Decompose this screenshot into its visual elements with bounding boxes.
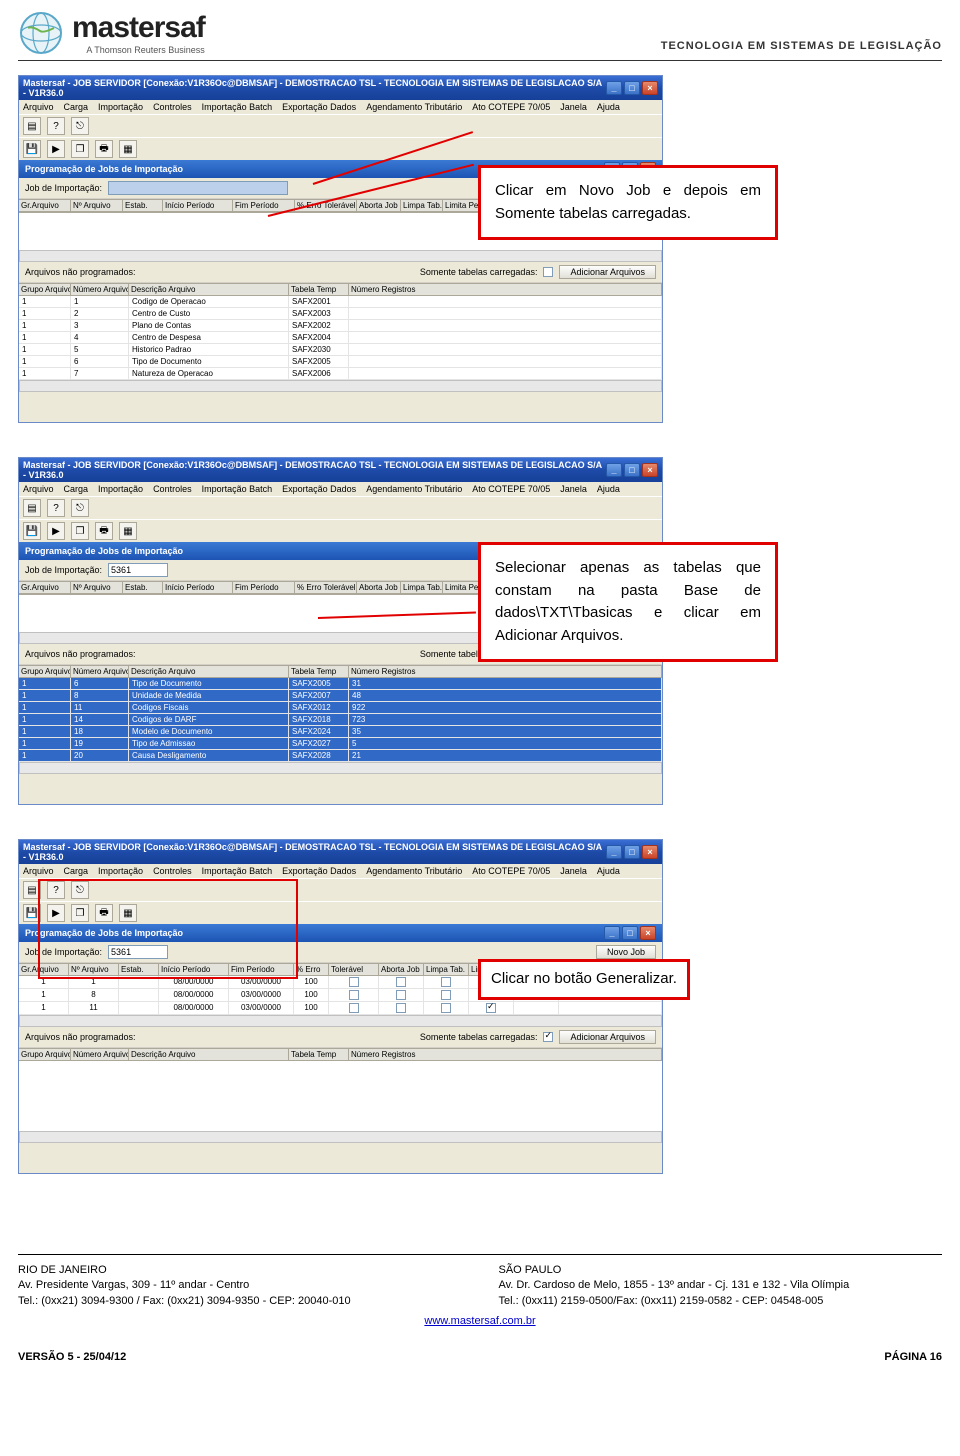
menu-cotepe[interactable]: Ato COTEPE 70/05 — [472, 102, 550, 112]
minimize-icon[interactable]: _ — [606, 81, 622, 95]
maximize-icon[interactable]: □ — [624, 81, 640, 95]
toolbar-icon[interactable]: ▤ — [23, 117, 41, 135]
grid-bot-header: Grupo ArquivoNúmero ArquivoDescrição Arq… — [19, 283, 662, 296]
close-icon[interactable]: × — [640, 926, 656, 940]
save-icon[interactable]: 💾 — [23, 522, 41, 540]
minimize-icon[interactable]: _ — [604, 926, 620, 940]
close-icon[interactable]: × — [642, 845, 658, 859]
job-input[interactable] — [108, 181, 288, 195]
menu-importacao[interactable]: Importação — [98, 102, 143, 112]
menu-controles[interactable]: Controles — [153, 102, 192, 112]
footer-url[interactable]: www.mastersaf.com.br — [424, 1315, 535, 1327]
brand-block: mastersaf A Thomson Reuters Business — [18, 10, 205, 56]
callout-box-2: Selecionar apenas as tabelas que constam… — [478, 542, 778, 662]
screenshot-2: Mastersaf - JOB SERVIDOR [Conexão:V1R36O… — [18, 457, 942, 805]
run-icon[interactable]: ▶ — [47, 522, 65, 540]
grid-icon[interactable]: ▦ — [119, 140, 137, 158]
brand-name: mastersaf — [72, 11, 205, 45]
rj-addr: Av. Presidente Vargas, 309 - 11º andar -… — [18, 1278, 462, 1293]
page-number: PÁGINA 16 — [884, 1351, 942, 1363]
copy-icon[interactable]: ❐ — [71, 140, 89, 158]
toolbar-2: 💾 ▶ ❐ 🖶 ▦ — [19, 137, 662, 160]
menu-exportacao[interactable]: Exportação Dados — [282, 102, 356, 112]
rj-tel: Tel.: (0xx21) 3094-9300 / Fax: (0xx21) 3… — [18, 1294, 462, 1309]
somente-checkbox[interactable] — [543, 267, 553, 277]
arquivos-label: Arquivos não programados: — [25, 267, 136, 277]
sp-title: SÃO PAULO — [498, 1263, 942, 1278]
job-label: Job de Importação: — [25, 183, 102, 193]
toolbar-1: ▤ ? ⎋ — [19, 114, 662, 137]
callout-area-generalizar — [38, 879, 298, 979]
print-icon[interactable]: 🖶 — [95, 522, 113, 540]
toolbar-icon[interactable]: ? — [47, 499, 65, 517]
print-icon[interactable]: 🖶 — [95, 140, 113, 158]
version-label: VERSÃO 5 - 25/04/12 — [18, 1351, 126, 1363]
window-title: Mastersaf - JOB SERVIDOR [Conexão:V1R36O… — [23, 78, 606, 98]
copy-icon[interactable]: ❐ — [71, 522, 89, 540]
menu-arquivo[interactable]: Arquivo — [23, 102, 54, 112]
menu-importacao-batch[interactable]: Importação Batch — [202, 102, 273, 112]
minimize-icon[interactable]: _ — [606, 845, 622, 859]
menu-carga[interactable]: Carga — [64, 102, 89, 112]
brand-subtitle: A Thomson Reuters Business — [72, 45, 205, 55]
adicionar-button[interactable]: Adicionar Arquivos — [559, 265, 656, 279]
save-icon[interactable]: 💾 — [23, 140, 41, 158]
somente-checkbox[interactable] — [543, 1032, 553, 1042]
job-input[interactable] — [108, 563, 168, 577]
file-table[interactable]: 16Tipo de DocumentoSAFX20053118Unidade d… — [19, 678, 662, 762]
sp-addr: Av. Dr. Cardoso de Melo, 1855 - 13º anda… — [498, 1278, 942, 1293]
screenshot-3: Mastersaf - JOB SERVIDOR [Conexão:V1R36O… — [18, 839, 942, 1174]
close-icon[interactable]: × — [642, 81, 658, 95]
page-footer: RIO DE JANEIRO Av. Presidente Vargas, 30… — [18, 1254, 942, 1309]
menubar[interactable]: Arquivo Carga Importação Controles Impor… — [19, 100, 662, 114]
toolbar-icon[interactable]: ⎋ — [71, 499, 89, 517]
page-title: TECNOLOGIA EM SISTEMAS DE LEGISLAÇÃO — [661, 40, 942, 56]
novo-job-button[interactable]: Novo Job — [596, 945, 656, 959]
minimize-icon[interactable]: _ — [606, 463, 622, 477]
screenshot-1: Mastersaf - JOB SERVIDOR [Conexão:V1R36O… — [18, 75, 942, 423]
somente-label: Somente tabelas carregadas: — [420, 267, 538, 277]
toolbar-icon[interactable]: ▤ — [23, 499, 41, 517]
callout-box-3: Clicar no botão Generalizar. — [478, 959, 690, 1000]
menu-agendamento[interactable]: Agendamento Tributário — [366, 102, 462, 112]
menu-ajuda[interactable]: Ajuda — [597, 102, 620, 112]
toolbar-icon[interactable]: ? — [47, 117, 65, 135]
maximize-icon[interactable]: □ — [622, 926, 638, 940]
grid-icon[interactable]: ▦ — [119, 522, 137, 540]
maximize-icon[interactable]: □ — [624, 845, 640, 859]
run-icon[interactable]: ▶ — [47, 140, 65, 158]
adicionar-button[interactable]: Adicionar Arquivos — [559, 1030, 656, 1044]
maximize-icon[interactable]: □ — [624, 463, 640, 477]
sp-tel: Tel.: (0xx11) 2159-0500/Fax: (0xx11) 215… — [498, 1294, 942, 1309]
page-header: mastersaf A Thomson Reuters Business TEC… — [18, 10, 942, 61]
close-icon[interactable]: × — [642, 463, 658, 477]
window-titlebar: Mastersaf - JOB SERVIDOR [Conexão:V1R36O… — [19, 76, 662, 100]
toolbar-icon[interactable]: ⎋ — [71, 117, 89, 135]
globe-icon — [18, 10, 64, 56]
callout-box-1: Clicar em Novo Job e depois em Somente t… — [478, 165, 778, 240]
file-table: 11Codigo de OperacaoSAFX200112Centro de … — [19, 296, 662, 380]
rj-title: RIO DE JANEIRO — [18, 1263, 462, 1278]
menu-janela[interactable]: Janela — [560, 102, 587, 112]
